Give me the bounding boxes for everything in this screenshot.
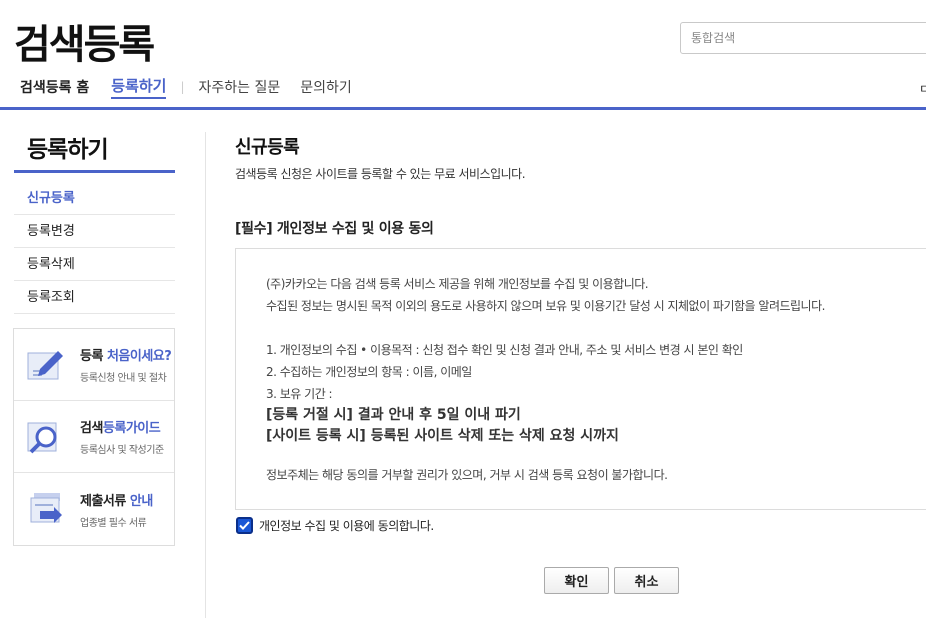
- nav-contact[interactable]: 문의하기: [300, 77, 352, 97]
- banner-subtitle: 업종별 필수 서류: [80, 517, 147, 529]
- content-divider: [205, 132, 206, 618]
- banner-documents[interactable]: 제출서류 안내 업종별 필수 서류: [14, 473, 174, 545]
- site-logo[interactable]: 검색등록: [14, 12, 155, 70]
- nav-register[interactable]: 등록하기: [111, 75, 167, 99]
- terms-line: (주)카카오는 다음 검색 등록 서비스 제공을 위해 개인정보를 수집 및 이…: [266, 277, 649, 291]
- confirm-button[interactable]: 확인: [544, 567, 609, 594]
- sidebar-item-lookup[interactable]: 등록조회: [14, 281, 175, 314]
- terms-line: 2. 수집하는 개인정보의 항목 : 이름, 이메일: [266, 365, 472, 379]
- checkmark-icon: [239, 521, 250, 530]
- pencil-doc-icon: [27, 350, 63, 379]
- consent-checkbox-label: 개인정보 수집 및 이용에 동의합니다.: [259, 519, 434, 533]
- header-divider: [0, 107, 926, 110]
- sidebar-title-underline: [14, 170, 175, 173]
- banner-title-accent: 안내: [129, 493, 153, 509]
- banner-title-accent: 등록가이드: [102, 421, 161, 436]
- banner-first-time[interactable]: 등록 처음이세요? 등록신청 안내 및 절차: [14, 329, 174, 401]
- banner-title: 검색: [80, 421, 103, 436]
- consent-checkbox-row[interactable]: 개인정보 수집 및 이용에 동의합니다.: [236, 517, 434, 534]
- global-nav: 검색등록 홈 등록하기 | 자주하는 질문 문의하기: [20, 75, 372, 99]
- sidebar-title: 등록하기: [27, 137, 109, 163]
- sidebar-menu: 신규등록 등록변경 등록삭제 등록조회: [14, 182, 175, 314]
- banner-title: 제출서류: [80, 493, 130, 509]
- nav-faq[interactable]: 자주하는 질문: [199, 77, 281, 97]
- consent-terms-box[interactable]: (주)카카오는 다음 검색 등록 서비스 제공을 위해 개인정보를 수집 및 이…: [235, 248, 926, 510]
- nav-divider: |: [180, 80, 185, 94]
- sidebar-item-change[interactable]: 등록변경: [14, 215, 175, 248]
- sidebar-banners: 등록 처음이세요? 등록신청 안내 및 절차 검색등록가이드 등록심사 및 작성…: [13, 328, 175, 546]
- consent-heading: [필수] 개인정보 수집 및 이용 동의: [235, 221, 434, 237]
- terms-line: 1. 개인정보의 수집 • 이용목적 : 신청 접수 확인 및 신청 결과 안내…: [266, 343, 743, 357]
- banner-title: 등록: [80, 349, 107, 364]
- page-description: 검색등록 신청은 사이트를 등록할 수 있는 무료 서비스입니다.: [235, 167, 526, 181]
- terms-retention-line: [사이트 등록 시] 등록된 사이트 삭제 또는 삭제 요청 시까지: [266, 428, 619, 444]
- cancel-button[interactable]: 취소: [614, 567, 679, 594]
- sidebar-item-delete[interactable]: 등록삭제: [14, 248, 175, 281]
- terms-line: 정보주체는 해당 동의를 거부할 권리가 있으며, 거부 시 검색 등록 요청이…: [266, 468, 668, 482]
- sidebar-item-new[interactable]: 신규등록: [14, 182, 175, 215]
- search-box[interactable]: [680, 22, 926, 54]
- banner-subtitle: 등록신청 안내 및 절차: [80, 373, 167, 384]
- terms-retention-line: [등록 거절 시] 결과 안내 후 5일 이내 파기: [266, 407, 521, 423]
- banner-subtitle: 등록심사 및 작성기준: [80, 445, 164, 456]
- search-input[interactable]: [681, 23, 926, 53]
- nav-home[interactable]: 검색등록 홈: [20, 77, 89, 97]
- documents-arrow-icon: [30, 493, 62, 523]
- banner-title-accent: 처음이세요?: [106, 349, 172, 364]
- nav-right-fragment[interactable]: ㅁ: [919, 80, 926, 97]
- terms-line: 수집된 정보는 명시된 목적 이외의 용도로 사용하지 않으며 보유 및 이용기…: [266, 299, 825, 313]
- magnifier-doc-icon: [27, 422, 57, 453]
- page-title: 신규등록: [235, 137, 300, 158]
- consent-checkbox[interactable]: [236, 517, 253, 534]
- terms-line: 3. 보유 기간 :: [266, 387, 333, 401]
- banner-guide[interactable]: 검색등록가이드 등록심사 및 작성기준: [14, 401, 174, 473]
